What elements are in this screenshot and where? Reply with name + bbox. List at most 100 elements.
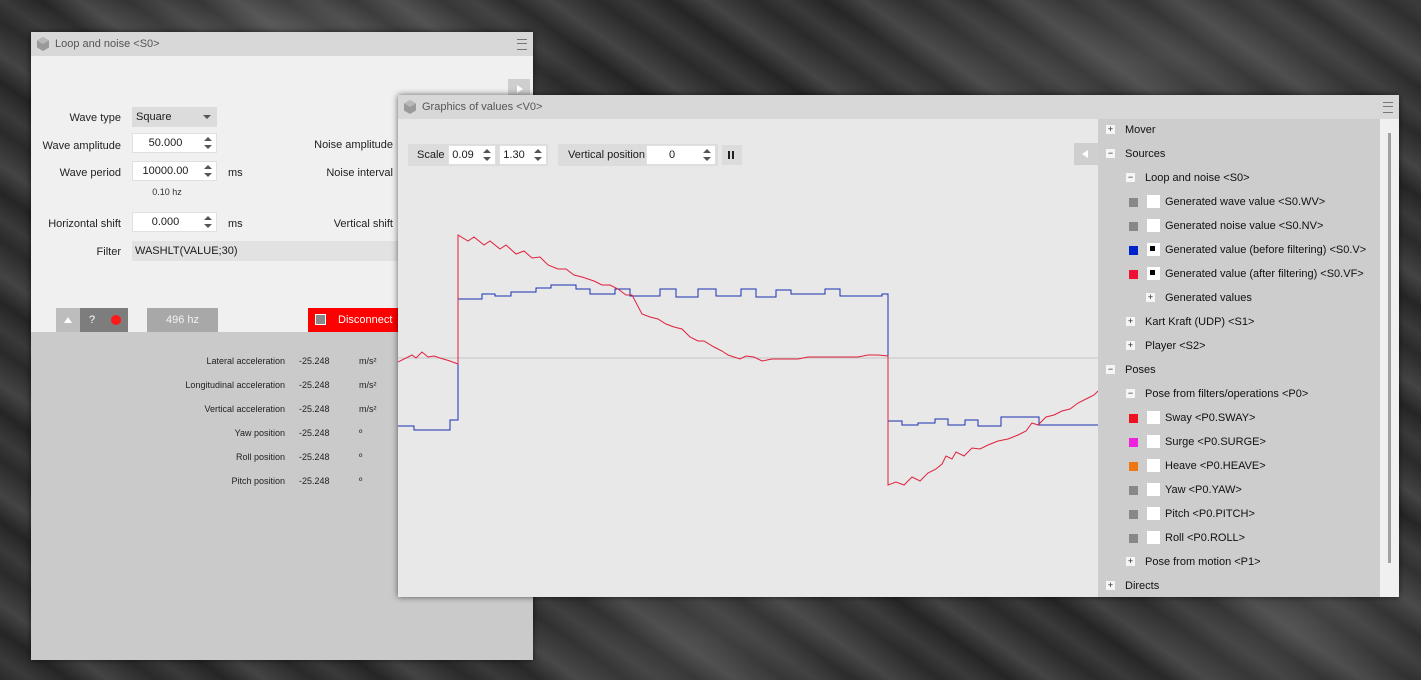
scrollbar-thumb[interactable]	[1388, 133, 1391, 563]
wave-type-label: Wave type	[69, 112, 121, 124]
scale-y-value: 1.30	[503, 149, 525, 161]
collapse-icon[interactable]: −	[1106, 149, 1115, 158]
tree-node[interactable]: + Mover	[1098, 119, 1380, 143]
tree-node[interactable]: + Kart Kraft (UDP) <S1>	[1098, 311, 1380, 335]
series-visibility-checkbox[interactable]	[1147, 531, 1160, 544]
collapse-icon[interactable]: −	[1126, 389, 1135, 398]
collapse-icon[interactable]: −	[1126, 173, 1135, 182]
expand-icon[interactable]: +	[1106, 581, 1115, 590]
vertical-position-input[interactable]: 0	[646, 145, 716, 165]
tree-node-label: Roll <P0.ROLL>	[1165, 532, 1246, 544]
tree-node[interactable]: Roll <P0.ROLL>	[1098, 527, 1380, 551]
series-color-swatch[interactable]	[1129, 222, 1138, 231]
tree-node[interactable]: Surge <P0.SURGE>	[1098, 431, 1380, 455]
filter-label: Filter	[96, 246, 121, 258]
series-visibility-checkbox[interactable]	[1147, 411, 1160, 424]
tree-node[interactable]: Generated noise value <S0.NV>	[1098, 215, 1380, 239]
series-visibility-checkbox[interactable]	[1147, 507, 1160, 520]
loop-window-title: Loop and noise <S0>	[55, 38, 160, 50]
graphics-of-values-window: Graphics of values <V0> Scale 0.09 1.30 …	[398, 95, 1399, 597]
tree-node[interactable]: + Pose from motion <P1>	[1098, 551, 1380, 575]
series-color-swatch[interactable]	[1129, 198, 1138, 207]
expand-icon[interactable]: +	[1126, 317, 1135, 326]
series-color-swatch[interactable]	[1129, 414, 1138, 423]
tree-node[interactable]: Generated value (after filtering) <S0.VF…	[1098, 263, 1380, 287]
vertical-position-spinner[interactable]	[701, 147, 713, 163]
series-visibility-checkbox[interactable]	[1147, 459, 1160, 472]
disconnect-stop-icon	[315, 314, 326, 325]
tree-node[interactable]: + Player <S2>	[1098, 335, 1380, 359]
wave-amplitude-spinner[interactable]	[202, 135, 214, 151]
series-visibility-checkbox[interactable]	[1147, 267, 1160, 280]
series-visibility-checkbox[interactable]	[1147, 435, 1160, 448]
value-tree: + Mover − Sources − Loop and noise <S0> Genera…	[1098, 119, 1380, 597]
hamburger-menu-icon[interactable]	[1383, 102, 1393, 113]
expand-icon[interactable]: +	[1126, 341, 1135, 350]
tree-node[interactable]: + Generated values	[1098, 287, 1380, 311]
plot-area[interactable]: Scale 0.09 1.30 Vertical position 0	[398, 119, 1098, 597]
horizontal-shift-spinner[interactable]	[202, 214, 214, 230]
tree-node-label: Pose from filters/operations <P0>	[1145, 388, 1309, 400]
scale-y-input[interactable]: 1.30	[499, 145, 547, 165]
tree-node[interactable]: − Pose from filters/operations <P0>	[1098, 383, 1380, 407]
tree-node[interactable]: Generated value (before filtering) <S0.V…	[1098, 239, 1380, 263]
collapse-tree-button[interactable]	[1074, 143, 1098, 165]
help-button[interactable]: ?	[80, 308, 104, 332]
readout-unit: m/s²	[359, 404, 377, 414]
series-color-swatch[interactable]	[1129, 510, 1138, 519]
series-color-swatch[interactable]	[1129, 246, 1138, 255]
wave-frequency-hint: 0.10 hz	[152, 187, 182, 197]
series-visibility-checkbox[interactable]	[1147, 219, 1160, 232]
scale-controls: Scale 0.09 1.30	[408, 144, 548, 166]
wave-period-input[interactable]: 10000.00	[132, 161, 217, 181]
record-button[interactable]	[104, 308, 128, 332]
tree-scrollbar[interactable]	[1380, 119, 1399, 597]
tree-node-label: Yaw <P0.YAW>	[1165, 484, 1242, 496]
tree-node[interactable]: Sway <P0.SWAY>	[1098, 407, 1380, 431]
scale-x-input[interactable]: 0.09	[448, 145, 496, 165]
hamburger-menu-icon[interactable]	[517, 39, 527, 50]
expand-icon[interactable]: +	[1106, 125, 1115, 134]
collapse-icon[interactable]: −	[1106, 365, 1115, 374]
horizontal-shift-input[interactable]: 0.000	[132, 212, 217, 232]
readout-unit: m/s²	[359, 380, 377, 390]
series-color-swatch[interactable]	[1129, 486, 1138, 495]
readout-name: Roll position	[235, 452, 285, 462]
graphics-window-titlebar[interactable]: Graphics of values <V0>	[398, 95, 1399, 119]
series-color-swatch[interactable]	[1129, 270, 1138, 279]
tree-node[interactable]: − Loop and noise <S0>	[1098, 167, 1380, 191]
tree-node[interactable]: − Sources	[1098, 143, 1380, 167]
tree-node-label: Directs	[1125, 580, 1160, 592]
pause-button[interactable]	[722, 145, 742, 165]
expand-icon[interactable]: +	[1126, 557, 1135, 566]
tree-node-label: Generated noise value <S0.NV>	[1165, 220, 1324, 232]
collapse-up-button[interactable]	[56, 308, 80, 332]
wave-amplitude-input[interactable]: 50.000	[132, 133, 217, 153]
series-color-swatch[interactable]	[1129, 534, 1138, 543]
series-visibility-checkbox[interactable]	[1147, 243, 1160, 256]
tree-node[interactable]: Yaw <P0.YAW>	[1098, 479, 1380, 503]
series-visibility-checkbox[interactable]	[1147, 483, 1160, 496]
tree-node[interactable]: + Directs	[1098, 575, 1380, 597]
scale-y-spinner[interactable]	[532, 147, 544, 163]
triangle-left-icon	[1082, 150, 1088, 158]
scale-x-value: 0.09	[452, 149, 474, 161]
filter-input[interactable]: WASHLT(VALUE;30)	[132, 241, 432, 261]
expand-icon[interactable]: +	[1146, 293, 1155, 302]
wave-type-select[interactable]: Square	[132, 107, 217, 127]
loop-window-titlebar[interactable]: Loop and noise <S0>	[31, 32, 533, 56]
scale-x-spinner[interactable]	[481, 147, 493, 163]
series-color-swatch[interactable]	[1129, 462, 1138, 471]
tree-node-label: Sources	[1125, 148, 1166, 160]
series-color-swatch[interactable]	[1129, 438, 1138, 447]
trace-after-filtering	[398, 234, 1098, 486]
disconnect-button[interactable]: Disconnect	[308, 308, 403, 332]
graphics-window-title: Graphics of values <V0>	[422, 101, 543, 113]
series-visibility-checkbox[interactable]	[1147, 195, 1160, 208]
tree-node[interactable]: Pitch <P0.PITCH>	[1098, 503, 1380, 527]
readout-name: Pitch position	[231, 476, 285, 486]
tree-node[interactable]: − Poses	[1098, 359, 1380, 383]
wave-period-spinner[interactable]	[202, 163, 214, 179]
tree-node[interactable]: Generated wave value <S0.WV>	[1098, 191, 1380, 215]
tree-node[interactable]: Heave <P0.HEAVE>	[1098, 455, 1380, 479]
